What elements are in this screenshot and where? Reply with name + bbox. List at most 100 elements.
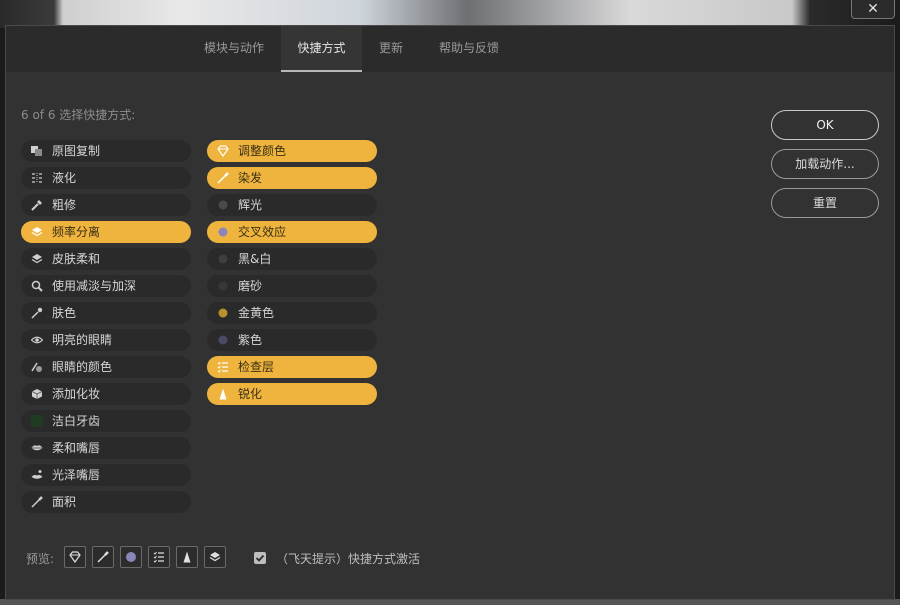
tab-modules-actions[interactable]: 模块与动作 [194, 26, 274, 72]
dodge-burn-icon [31, 280, 43, 292]
shortcut-label: 检查层 [238, 360, 275, 374]
sharpen-icon [219, 388, 227, 400]
shortcut-label: 肤色 [52, 306, 77, 320]
shortcut-item[interactable]: 光泽嘴唇 [21, 464, 191, 486]
shortcut-label: 磨砂 [238, 279, 263, 293]
shortcut-item[interactable]: 皮肤柔和 [21, 248, 191, 270]
shortcut-item[interactable]: 使用减淡与加深 [21, 275, 191, 297]
shortcut-label: 金黄色 [238, 306, 275, 320]
shortcut-label: 明亮的眼睛 [52, 333, 113, 347]
preview-lavender-dot[interactable] [120, 546, 142, 568]
diamond-icon [69, 551, 81, 563]
shortcut-label: 辉光 [238, 198, 263, 212]
shortcut-label: 液化 [52, 171, 77, 185]
eye-icon [31, 336, 43, 344]
shortcut-item[interactable]: 辉光 [207, 194, 377, 216]
left-shortcut-list: 原图复制 液化 粗修 频率分离 皮肤柔和 使用减淡与加深 肤色 明亮的眼睛 眼睛… [21, 140, 191, 518]
dark-dot-icon [218, 254, 228, 264]
shortcut-label: 眼睛的颜色 [52, 360, 113, 374]
shortcut-label: 洁白牙齿 [52, 414, 101, 428]
lips-icon [31, 445, 43, 451]
shortcut-item[interactable]: 柔和嘴唇 [21, 437, 191, 459]
preview-layers[interactable] [204, 546, 226, 568]
purple-dot-icon [218, 335, 228, 345]
tab-help-feedback[interactable]: 帮助与反馈 [429, 26, 509, 72]
shortcut-item[interactable]: 频率分离 [21, 221, 191, 243]
background-photo-bottom [0, 599, 900, 605]
layers-icon [31, 254, 43, 264]
layers-icon [31, 227, 43, 237]
shortcut-item[interactable]: 液化 [21, 167, 191, 189]
shortcut-item[interactable]: 锐化 [207, 383, 377, 405]
right-shortcut-list: 调整颜色 染发 辉光 交叉效应 黑&白 磨砂 金黄色 紫色 检查层 锐化 [207, 140, 377, 410]
layers-icon [209, 552, 221, 562]
shortcut-item[interactable]: 原图复制 [21, 140, 191, 162]
gold-dot-icon [218, 308, 228, 318]
brush-icon [31, 496, 43, 508]
shortcut-label: 原图复制 [52, 144, 101, 158]
shortcut-label: 光泽嘴唇 [52, 468, 101, 482]
reset-button[interactable]: 重置 [771, 188, 879, 218]
checklist-icon [217, 361, 228, 373]
shortcut-label: 粗修 [52, 198, 77, 212]
eyedropper-icon [31, 307, 43, 319]
shortcut-label: 频率分离 [52, 225, 101, 239]
shortcut-label: 添加化妆 [52, 387, 101, 401]
tips-checkbox-label: （飞天提示）快捷方式激活 [276, 552, 421, 566]
ok-button[interactable]: OK [771, 110, 879, 140]
shortcut-label: 柔和嘴唇 [52, 441, 101, 455]
shortcut-label: 黑&白 [238, 252, 272, 266]
tooth-icon [31, 415, 43, 427]
shortcut-item[interactable]: 磨砂 [207, 275, 377, 297]
sharpen-icon [183, 551, 191, 563]
preview-brush[interactable] [92, 546, 114, 568]
shortcut-label: 紫色 [238, 333, 263, 347]
copy-icon [31, 146, 42, 156]
dark-dot-icon [218, 281, 228, 291]
dark-dot-icon [218, 200, 228, 210]
brush-icon [97, 551, 109, 563]
lips-gloss-icon [31, 470, 43, 479]
shortcut-item[interactable]: 添加化妆 [21, 383, 191, 405]
diamond-icon [217, 145, 229, 157]
cube-icon [31, 389, 43, 399]
shortcut-item[interactable]: 眼睛的颜色 [21, 356, 191, 378]
shortcut-item[interactable]: 洁白牙齿 [21, 410, 191, 432]
close-button[interactable]: ✕ [851, 0, 895, 19]
tab-bar: 模块与动作 快捷方式 更新 帮助与反馈 [6, 26, 894, 72]
shortcut-item[interactable]: 黑&白 [207, 248, 377, 270]
shortcut-label: 调整颜色 [238, 144, 287, 158]
tips-checkbox[interactable] [254, 552, 266, 564]
shortcut-label: 皮肤柔和 [52, 252, 101, 266]
tab-updates[interactable]: 更新 [371, 26, 411, 72]
shortcut-label: 染发 [238, 171, 263, 185]
shortcut-item[interactable]: 检查层 [207, 356, 377, 378]
shortcut-item[interactable]: 染发 [207, 167, 377, 189]
shortcut-label: 交叉效应 [238, 225, 287, 239]
preview-sharpen[interactable] [176, 546, 198, 568]
shortcut-item[interactable]: 紫色 [207, 329, 377, 351]
shortcut-label: 使用减淡与加深 [52, 279, 137, 293]
shortcut-item[interactable]: 金黄色 [207, 302, 377, 324]
shortcut-item[interactable]: 粗修 [21, 194, 191, 216]
shortcut-item[interactable]: 交叉效应 [207, 221, 377, 243]
healing-brush-icon [31, 200, 42, 211]
background-photo [0, 0, 900, 28]
preview-diamond[interactable] [64, 546, 86, 568]
shortcut-item[interactable]: 明亮的眼睛 [21, 329, 191, 351]
brush-icon [217, 172, 229, 184]
checkmark-icon [255, 554, 265, 562]
shortcut-label: 面积 [52, 495, 77, 509]
shortcut-item[interactable]: 调整颜色 [207, 140, 377, 162]
checklist-icon [153, 551, 164, 563]
tab-shortcuts[interactable]: 快捷方式 [281, 26, 362, 72]
lavender-dot-icon [126, 552, 136, 562]
liquify-icon [32, 173, 42, 183]
preview-label: 预览: [26, 552, 55, 566]
load-actions-button[interactable]: 加载动作... [771, 149, 879, 179]
preview-checklist[interactable] [148, 546, 170, 568]
shortcut-item[interactable]: 面积 [21, 491, 191, 513]
selection-count: 6 of 6 选择快捷方式: [21, 108, 136, 122]
shortcuts-dialog: 模块与动作 快捷方式 更新 帮助与反馈 6 of 6 选择快捷方式: 原图复制 … [6, 26, 894, 599]
shortcut-item[interactable]: 肤色 [21, 302, 191, 324]
